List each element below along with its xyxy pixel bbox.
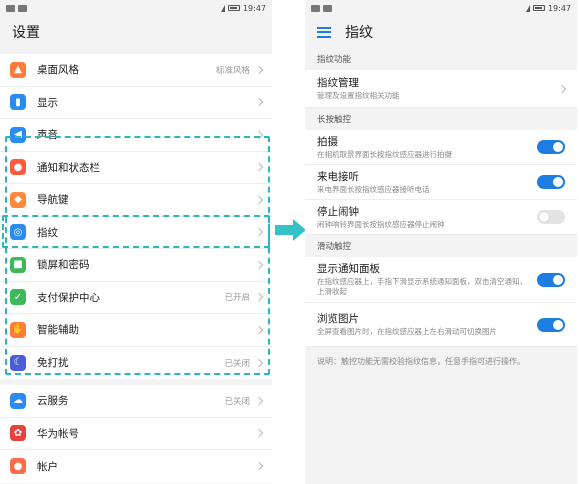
image-notification-icon bbox=[6, 4, 15, 12]
answer-call-toggle[interactable] bbox=[537, 175, 565, 189]
settings-title-bar: 设置 bbox=[0, 16, 272, 48]
setting-title: 拍摄 bbox=[317, 135, 338, 148]
settings-item-label: 华为帐号 bbox=[37, 427, 79, 440]
app-notification-icon bbox=[323, 4, 332, 12]
setting-title: 来电接听 bbox=[317, 170, 359, 183]
status-bar: 19:47 bbox=[0, 0, 272, 16]
setting-stop-alarm[interactable]: 停止闹钟 闹钟响铃界面长按指纹感应器停止闹钟 bbox=[305, 200, 577, 235]
signal-icon bbox=[525, 4, 530, 12]
show-notification-panel-toggle[interactable] bbox=[537, 272, 565, 287]
chevron-right-icon bbox=[557, 84, 567, 93]
person-icon: ● bbox=[10, 458, 26, 475]
setting-title: 浏览图片 bbox=[317, 313, 359, 325]
settings-item-label: 桌面风格 bbox=[37, 64, 79, 77]
touch-controls-highlight bbox=[5, 136, 270, 375]
cloud-icon: ☁ bbox=[10, 392, 26, 409]
setting-title: 显示通知面板 bbox=[317, 263, 380, 275]
page-title: 设置 bbox=[12, 25, 40, 41]
section-header: 指纹功能 bbox=[305, 48, 577, 70]
setting-show-notification-panel[interactable]: 显示通知面板在指纹感应器上，手指下滑显示系统通知面板，双击清空通知，上滑收起 bbox=[305, 257, 577, 303]
take-photo-toggle[interactable] bbox=[537, 140, 565, 154]
chevron-right-icon bbox=[254, 65, 264, 74]
page-title: 指纹 bbox=[345, 25, 373, 41]
setting-title: 指纹管理 bbox=[317, 77, 359, 89]
chevron-right-icon bbox=[254, 396, 264, 405]
settings-item-huawei-account[interactable]: ✿ 华为帐号 bbox=[0, 417, 272, 450]
settings-item-theme[interactable]: ▲ 桌面风格 标准风格 bbox=[0, 54, 272, 87]
setting-text: 停止闹钟 闹钟响铃界面长按指纹感应器停止闹钟 bbox=[317, 205, 529, 230]
settings-item-label: 帐户 bbox=[37, 460, 58, 473]
signal-icon bbox=[220, 4, 225, 12]
settings-item-value: 标准风格 bbox=[215, 65, 250, 76]
setting-take-photo[interactable]: 拍摄 在相机取景界面长按指纹感应器进行拍摄 bbox=[305, 130, 577, 165]
clock-time: 19:47 bbox=[242, 3, 266, 13]
status-bar: 19:47 bbox=[305, 0, 577, 16]
battery-icon bbox=[532, 5, 545, 11]
clock-time: 19:47 bbox=[547, 3, 571, 13]
setting-description: 在相机取景界面长按指纹感应器进行拍摄 bbox=[317, 149, 452, 159]
settings-item-display[interactable]: ▮ 显示 bbox=[0, 86, 272, 119]
browse-pictures-toggle[interactable] bbox=[537, 317, 565, 332]
theme-icon: ▲ bbox=[10, 61, 26, 78]
display-icon: ▮ bbox=[10, 94, 26, 111]
chevron-right-icon bbox=[254, 98, 264, 107]
setting-description: 来电界面长按指纹感应器接听电话 bbox=[317, 184, 430, 194]
fingerprint-screen: 19:47 指纹 指纹功能指纹管理管理及设置指纹相关功能长按触控拍摄 在相机取景界… bbox=[305, 0, 577, 484]
setting-description: 在指纹感应器上，手指下滑显示系统通知面板，双击清空通知，上滑收起 bbox=[317, 277, 527, 296]
setting-browse-pictures[interactable]: 浏览图片全屏查看图片时，在指纹感应器上左右滑动可切换图片 bbox=[305, 303, 577, 347]
section-header: 长按触控 bbox=[305, 108, 577, 130]
arrow-right-icon bbox=[275, 225, 295, 235]
setting-text: 显示通知面板在指纹感应器上，手指下滑显示系统通知面板，双击清空通知，上滑收起 bbox=[317, 262, 529, 297]
setting-text: 拍摄 在相机取景界面长按指纹感应器进行拍摄 bbox=[317, 135, 529, 160]
stop-alarm-toggle[interactable] bbox=[537, 210, 565, 224]
setting-description: 全屏查看图片时，在指纹感应器上左右滑动可切换图片 bbox=[317, 327, 497, 336]
setting-text: 来电接听 来电界面长按指纹感应器接听电话 bbox=[317, 170, 529, 195]
settings-item-account[interactable]: ● 帐户 bbox=[0, 450, 272, 483]
settings-item-cloud-service[interactable]: ☁ 云服务 已关闭 bbox=[0, 385, 272, 418]
setting-description: 管理及设置指纹相关功能 bbox=[317, 91, 400, 100]
battery-icon bbox=[227, 5, 240, 11]
setting-fingerprint-management[interactable]: 指纹管理管理及设置指纹相关功能 bbox=[305, 70, 577, 108]
setting-text: 浏览图片全屏查看图片时，在指纹感应器上左右滑动可切换图片 bbox=[317, 312, 529, 337]
settings-item-value: 已关闭 bbox=[224, 396, 250, 407]
fingerprint-title-bar: 指纹 bbox=[305, 16, 577, 48]
settings-group: ☁ 云服务 已关闭 ✿ 华为帐号 ● 帐户 bbox=[0, 385, 272, 483]
chevron-right-icon bbox=[254, 429, 264, 438]
fingerprint-settings-list: 指纹功能指纹管理管理及设置指纹相关功能长按触控拍摄 在相机取景界面长按指纹感应器进… bbox=[305, 48, 577, 347]
image-notification-icon bbox=[311, 4, 320, 12]
settings-item-label: 云服务 bbox=[37, 395, 69, 408]
huawei-logo-icon: ✿ bbox=[10, 425, 26, 442]
note-text: 说明：触控功能无需校验指纹信息，任意手指可进行操作。 bbox=[305, 347, 577, 376]
setting-text: 指纹管理管理及设置指纹相关功能 bbox=[317, 76, 559, 101]
setting-title: 停止闹钟 bbox=[317, 205, 359, 218]
setting-description: 闹钟响铃界面长按指纹感应器停止闹钟 bbox=[317, 219, 445, 229]
chevron-right-icon bbox=[254, 462, 264, 471]
menu-icon[interactable] bbox=[317, 26, 331, 38]
section-header: 滑动触控 bbox=[305, 235, 577, 257]
settings-item-label: 显示 bbox=[37, 96, 58, 109]
app-notification-icon bbox=[18, 4, 27, 12]
setting-answer-call[interactable]: 来电接听 来电界面长按指纹感应器接听电话 bbox=[305, 165, 577, 200]
